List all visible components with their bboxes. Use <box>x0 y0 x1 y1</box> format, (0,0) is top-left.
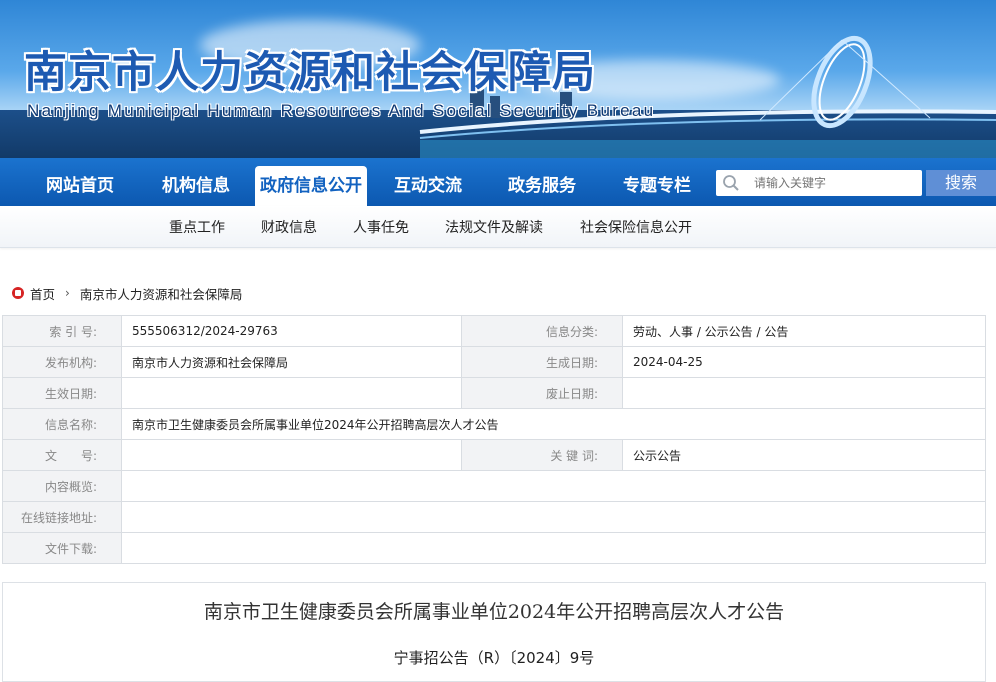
subnav-finance-info[interactable]: 财政信息 <box>261 217 317 237</box>
table-row: 索 引 号: 555506312/2024-29763 信息分类: 劳动、人事 … <box>2 315 986 347</box>
publisher-value: 南京市人力资源和社会保障局 <box>121 346 462 378</box>
nav-organization[interactable]: 机构信息 <box>144 166 248 206</box>
online-link-value[interactable] <box>121 501 986 533</box>
table-row: 在线链接地址: <box>2 501 986 533</box>
subnav-social-insurance[interactable]: 社会保险信息公开 <box>580 217 692 237</box>
index-value: 555506312/2024-29763 <box>121 315 462 347</box>
main-nav: 网站首页 机构信息 政府信息公开 互动交流 政务服务 专题专栏 搜索 <box>0 158 996 206</box>
document-info-table: 索 引 号: 555506312/2024-29763 信息分类: 劳动、人事 … <box>2 315 986 564</box>
created-date-label: 生成日期: <box>461 346 623 378</box>
keyword-value: 公示公告 <box>622 439 986 471</box>
online-link-label: 在线链接地址: <box>2 501 122 533</box>
nav-services[interactable]: 政务服务 <box>490 166 594 206</box>
breadcrumb-current[interactable]: 南京市人力资源和社会保障局 <box>80 284 243 303</box>
table-row: 发布机构: 南京市人力资源和社会保障局 生成日期: 2024-04-25 <box>2 346 986 378</box>
keyword-label: 关 键 词: <box>461 439 623 471</box>
sub-nav: 重点工作 财政信息 人事任免 法规文件及解读 社会保险信息公开 <box>0 206 996 248</box>
summary-value <box>121 470 986 502</box>
breadcrumb: 首页 › 南京市人力资源和社会保障局 <box>12 284 242 302</box>
breadcrumb-home[interactable]: 首页 <box>30 284 55 303</box>
chevron-right-icon: › <box>65 286 70 300</box>
table-row: 文 号: 关 键 词: 公示公告 <box>2 439 986 471</box>
subnav-key-work[interactable]: 重点工作 <box>169 217 225 237</box>
nav-interaction[interactable]: 互动交流 <box>376 166 480 206</box>
info-name-value: 南京市卫生健康委员会所属事业单位2024年公开招聘高层次人才公告 <box>121 408 986 440</box>
info-name-label: 信息名称: <box>2 408 122 440</box>
doc-number-label: 文 号: <box>2 439 122 471</box>
search-icon <box>723 175 739 191</box>
subnav-regulations[interactable]: 法规文件及解读 <box>445 217 543 237</box>
index-label: 索 引 号: <box>2 315 122 347</box>
article-doc-number: 宁事招公告（R）〔2024〕9号 <box>393 649 595 667</box>
category-label: 信息分类: <box>461 315 623 347</box>
search-button[interactable]: 搜索 <box>926 170 996 196</box>
category-value: 劳动、人事 / 公示公告 / 公告 <box>622 315 986 347</box>
table-row: 文件下载: <box>2 532 986 564</box>
search-input[interactable] <box>754 170 918 196</box>
article-panel: 南京市卫生健康委员会所属事业单位2024年公开招聘高层次人才公告 宁事招公告（R… <box>2 582 986 682</box>
summary-label: 内容概览: <box>2 470 122 502</box>
subnav-personnel[interactable]: 人事任免 <box>353 217 409 237</box>
nav-home[interactable]: 网站首页 <box>28 166 132 206</box>
site-banner: 南京市人力资源和社会保障局 Nanjing Municipal Human Re… <box>0 0 996 158</box>
table-row: 信息名称: 南京市卫生健康委员会所属事业单位2024年公开招聘高层次人才公告 <box>2 408 986 440</box>
expire-date-value <box>622 377 986 409</box>
effective-date-label: 生效日期: <box>2 377 122 409</box>
expire-date-label: 废止日期: <box>461 377 623 409</box>
effective-date-value <box>121 377 462 409</box>
search-box <box>716 170 922 196</box>
site-title: 南京市人力资源和社会保障局 <box>24 48 596 98</box>
publisher-label: 发布机构: <box>2 346 122 378</box>
article-title: 南京市卫生健康委员会所属事业单位2024年公开招聘高层次人才公告 <box>203 601 785 623</box>
file-download-label: 文件下载: <box>2 532 122 564</box>
site-subtitle-en: Nanjing Municipal Human Resources And So… <box>27 101 656 120</box>
created-date-value: 2024-04-25 <box>622 346 986 378</box>
doc-number-value <box>121 439 462 471</box>
file-download-value[interactable] <box>121 532 986 564</box>
home-icon <box>12 287 24 299</box>
nav-gov-info-open[interactable]: 政府信息公开 <box>255 166 367 206</box>
table-row: 生效日期: 废止日期: <box>2 377 986 409</box>
nav-special-topics[interactable]: 专题专栏 <box>605 166 709 206</box>
table-row: 内容概览: <box>2 470 986 502</box>
